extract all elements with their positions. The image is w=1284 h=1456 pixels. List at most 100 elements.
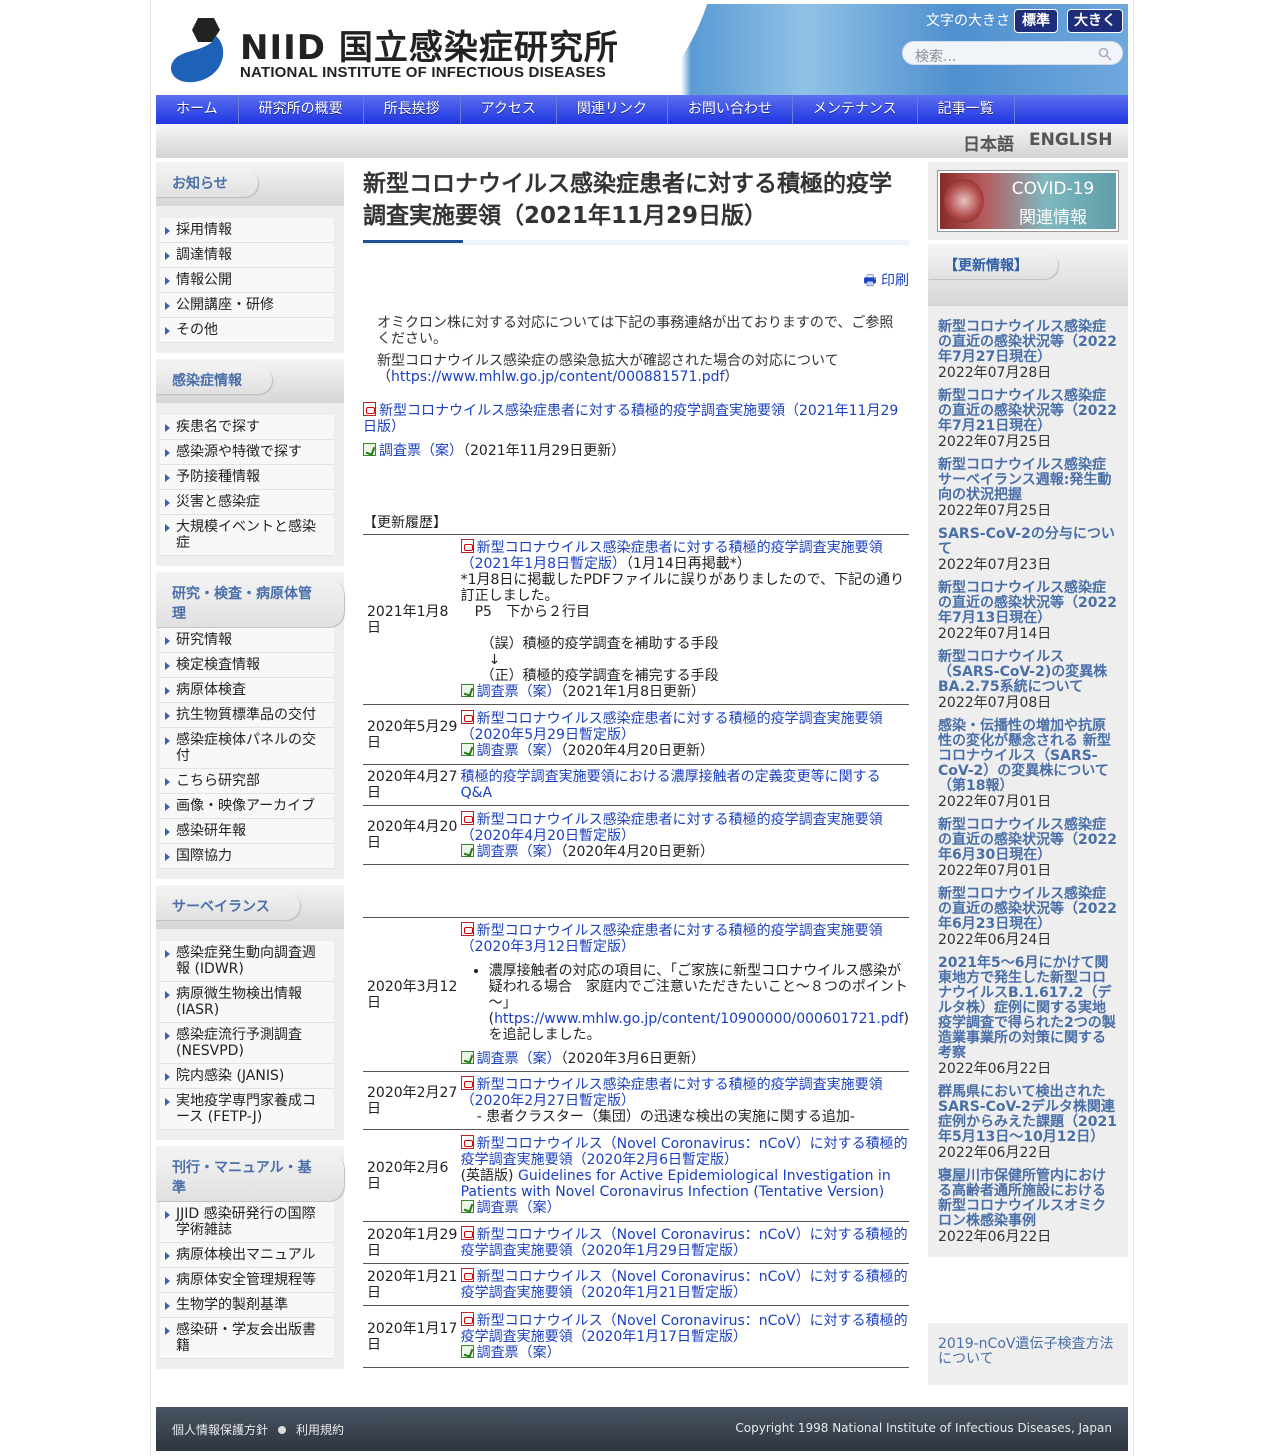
- history-doc-link[interactable]: 新型コロナウイルス感染症患者に対する積極的疫学調査実施要領（2020年4月20日…: [461, 812, 883, 844]
- sidebar-item[interactable]: こちら研究部: [160, 769, 334, 794]
- sidebar-item[interactable]: 抗生物質標準品の交付: [160, 703, 334, 728]
- sidebar-item[interactable]: 感染症流行予測調査 (NESVPD): [160, 1023, 334, 1064]
- sidebar-item[interactable]: 疾患名で探す: [160, 415, 334, 440]
- print-link[interactable]: 🖶 印刷: [863, 270, 909, 294]
- current-survey-link[interactable]: 調査票（案）: [379, 443, 463, 459]
- sidebar-item[interactable]: 情報公開: [160, 268, 334, 293]
- sidebar-item[interactable]: 大規模イベントと感染症: [160, 515, 334, 556]
- pdf-icon: [460, 1135, 474, 1149]
- update-date: 2022年07月25日: [938, 503, 1052, 519]
- niid-logo-icon[interactable]: [168, 18, 230, 84]
- update-link[interactable]: 新型コロナウイルス感染症の直近の感染状況等（2022年7月27日現在）: [938, 320, 1118, 365]
- update-link[interactable]: 2021年5～6月にかけて関東地方で発生した新型コロナウイルスB.1.617.2…: [938, 956, 1118, 1061]
- history-doc-link[interactable]: 新型コロナウイルス感染症患者に対する積極的疫学調査実施要領（2020年3月12日…: [461, 923, 883, 955]
- logo-english[interactable]: NATIONAL INSTITUTE OF INFECTIOUS DISEASE…: [240, 64, 606, 81]
- sidebar-item[interactable]: 院内感染 (JANIS): [160, 1064, 334, 1089]
- sidebar-item[interactable]: 研究情報: [160, 628, 334, 653]
- family-points-link[interactable]: https://www.mhlw.go.jp/content/10900000/…: [494, 1011, 903, 1027]
- history-doc-link[interactable]: 新型コロナウイルス感染症患者に対する積極的疫学調査実施要領（2020年2月27日…: [461, 1077, 883, 1109]
- updates-head: 【更新情報】: [928, 244, 1128, 306]
- english-guidelines-link[interactable]: Guidelines for Active Epidemiological In…: [461, 1168, 891, 1200]
- pdf-icon: [460, 922, 474, 936]
- sidebar-item[interactable]: 画像・映像アーカイブ: [160, 794, 334, 819]
- sidebar-item[interactable]: 病原微生物検出情報 (IASR): [160, 982, 334, 1023]
- update-link[interactable]: 新型コロナウイルス感染症の直近の感染状況等（2022年7月21日現在）: [938, 389, 1118, 434]
- history-doc-link[interactable]: 新型コロナウイルス（Novel Coronavirus：nCoV）に対する積極的…: [461, 1136, 908, 1168]
- nav-about[interactable]: 研究所の概要: [239, 95, 364, 124]
- sidebar-item[interactable]: 病原体検出マニュアル: [160, 1243, 334, 1268]
- nav-articles[interactable]: 記事一覧: [918, 95, 1015, 124]
- update-link[interactable]: 寝屋川市保健所管内における高齢者通所施設における新型コロナウイルスオミクロン株感…: [938, 1169, 1118, 1229]
- search-icon[interactable]: [1098, 47, 1112, 61]
- sidebar-item[interactable]: 調達情報: [160, 243, 334, 268]
- history-survey-link[interactable]: 調査票（案）: [477, 844, 561, 860]
- sidebar-item[interactable]: その他: [160, 318, 334, 343]
- sidebar-item[interactable]: 感染症検体パネルの交付: [160, 728, 334, 769]
- font-size-label: 文字の大きさ: [926, 13, 1010, 29]
- lang-japanese-link[interactable]: 日本語: [963, 130, 1014, 155]
- site-footer: 個人情報保護方針 利用規約 Copyright 1998 National Ins…: [156, 1407, 1128, 1451]
- update-link[interactable]: SARS-CoV-2の分与について: [938, 527, 1118, 557]
- sidebar-item[interactable]: 公開講座・研修: [160, 293, 334, 318]
- intro-text: オミクロン株に対する対応については下記の事務連絡が出ておりますので、ご参照くださ…: [377, 315, 897, 385]
- sidebar-item[interactable]: 感染研年報: [160, 819, 334, 844]
- gene-test-link[interactable]: 2019-nCoV遺伝子検査方法について: [938, 1336, 1113, 1367]
- list-item: 新型コロナウイルス感染症の直近の感染状況等（2022年7月21日現在） 2022年…: [928, 387, 1128, 456]
- history-doc-link[interactable]: 新型コロナウイルス感染症患者に対する積極的疫学調査実施要領（2020年5月29日…: [461, 711, 883, 743]
- search-input[interactable]: 検索...: [902, 41, 1123, 65]
- privacy-policy-link[interactable]: 個人情報保護方針: [172, 1423, 268, 1437]
- history-doc-link[interactable]: 新型コロナウイルス（Novel Coronavirus：nCoV）に対する積極的…: [461, 1227, 908, 1259]
- nav-greeting[interactable]: 所長挨拶: [364, 95, 461, 124]
- history-content: 新型コロナウイルス（Novel Coronavirus：nCoV）に対する積極的…: [460, 1305, 909, 1368]
- history-survey-link[interactable]: 調査票（案）: [477, 1345, 561, 1361]
- history-survey-link[interactable]: 調査票（案）: [477, 743, 561, 759]
- update-link[interactable]: 群馬県において検出されたSARS-CoV-2デルタ株関連症例からみえた課題（20…: [938, 1085, 1118, 1145]
- history-survey-link[interactable]: 調査票（案）: [477, 1051, 561, 1067]
- history-doc-link[interactable]: 新型コロナウイルス（Novel Coronavirus：nCoV）に対する積極的…: [461, 1313, 908, 1345]
- update-link[interactable]: 新型コロナウイルス感染症の直近の感染状況等（2022年6月23日現在）: [938, 887, 1118, 932]
- terms-link[interactable]: 利用規約: [296, 1423, 344, 1437]
- history-doc-link[interactable]: 積極的疫学調査実施要領における濃厚接触者の定義変更等に関するQ&A: [461, 769, 881, 801]
- covid-banner[interactable]: COVID-19 関連情報: [928, 162, 1128, 240]
- update-link[interactable]: 新型コロナウイルス感染症サーベイランス週報:発生動向の状況把握: [938, 458, 1118, 503]
- update-date: 2022年06月22日: [938, 1145, 1052, 1161]
- sidebar-item[interactable]: 実地疫学専門家養成コース (FETP-J): [160, 1089, 334, 1130]
- nav-access[interactable]: アクセス: [461, 95, 557, 124]
- font-size-large-button[interactable]: 大きく: [1067, 9, 1123, 33]
- nav-home[interactable]: ホーム: [156, 95, 239, 124]
- sidebar-head: 感染症情報: [156, 359, 344, 403]
- sidebar-item[interactable]: 国際協力: [160, 844, 334, 869]
- sidebar-item[interactable]: JJID 感染研発行の国際学術雑誌: [160, 1202, 334, 1243]
- mhlw-notice-link[interactable]: https://www.mhlw.go.jp/content/000881571…: [391, 369, 725, 385]
- sidebar-box-surveillance: サーベイランス 感染症発生動向調査週報 (IDWR) 病原微生物検出情報 (IA…: [156, 885, 344, 1140]
- update-link[interactable]: 新型コロナウイルス感染症の直近の感染状況等（2022年6月30日現在）: [938, 818, 1118, 863]
- history-doc-link[interactable]: 新型コロナウイルス（Novel Coronavirus：nCoV）に対する積極的…: [461, 1269, 908, 1301]
- history-date: 2020年2月27日: [363, 1071, 461, 1130]
- update-link[interactable]: 新型コロナウイルス感染症の直近の感染状況等（2022年7月13日現在）: [938, 581, 1118, 626]
- nav-contact[interactable]: お問い合わせ: [668, 95, 793, 124]
- list-item: 新型コロナウイルス感染症の直近の感染状況等（2022年6月23日現在） 2022年…: [928, 885, 1128, 954]
- sidebar-item[interactable]: 検定検査情報: [160, 653, 334, 678]
- sidebar-item[interactable]: 感染研・学友会出版書籍: [160, 1318, 334, 1359]
- title-underline-accent: [363, 240, 463, 243]
- history-survey-link[interactable]: 調査票（案）: [477, 1200, 561, 1216]
- update-link[interactable]: 新型コロナウイルス（SARS-CoV-2)の変異株BA.2.75系統について: [938, 650, 1118, 695]
- sidebar-item[interactable]: 予防接種情報: [160, 465, 334, 490]
- sidebar-item[interactable]: 病原体安全管理規程等: [160, 1268, 334, 1293]
- lang-english-link[interactable]: ENGLISH: [1029, 130, 1112, 150]
- font-size-normal-button[interactable]: 標準: [1014, 9, 1058, 33]
- sidebar-item[interactable]: 生物学的製剤基準: [160, 1293, 334, 1318]
- nav-links[interactable]: 関連リンク: [557, 95, 668, 124]
- table-row: 2020年2月27日 新型コロナウイルス感染症患者に対する積極的疫学調査実施要領…: [363, 1071, 909, 1130]
- update-link[interactable]: 感染・伝播性の増加や抗原性の変化が懸念される 新型コロナウイルス（SARS-Co…: [938, 719, 1118, 794]
- current-doc-link[interactable]: 新型コロナウイルス感染症患者に対する積極的疫学調査実施要領（2021年11月29…: [363, 403, 898, 435]
- logo-japanese[interactable]: NIID 国立感染症研究所: [240, 20, 619, 69]
- sidebar-item[interactable]: 感染症発生動向調査週報 (IDWR): [160, 941, 334, 982]
- nav-maintenance[interactable]: メンテナンス: [793, 95, 918, 124]
- sidebar-item[interactable]: 感染源や特徴で探す: [160, 440, 334, 465]
- sidebar-item[interactable]: 病原体検査: [160, 678, 334, 703]
- sidebar-item[interactable]: 採用情報: [160, 218, 334, 243]
- history-survey-link[interactable]: 調査票（案）: [477, 684, 561, 700]
- sidebar-item[interactable]: 災害と感染症: [160, 490, 334, 515]
- history-survey-note: （2020年4月20日更新）: [560, 843, 714, 860]
